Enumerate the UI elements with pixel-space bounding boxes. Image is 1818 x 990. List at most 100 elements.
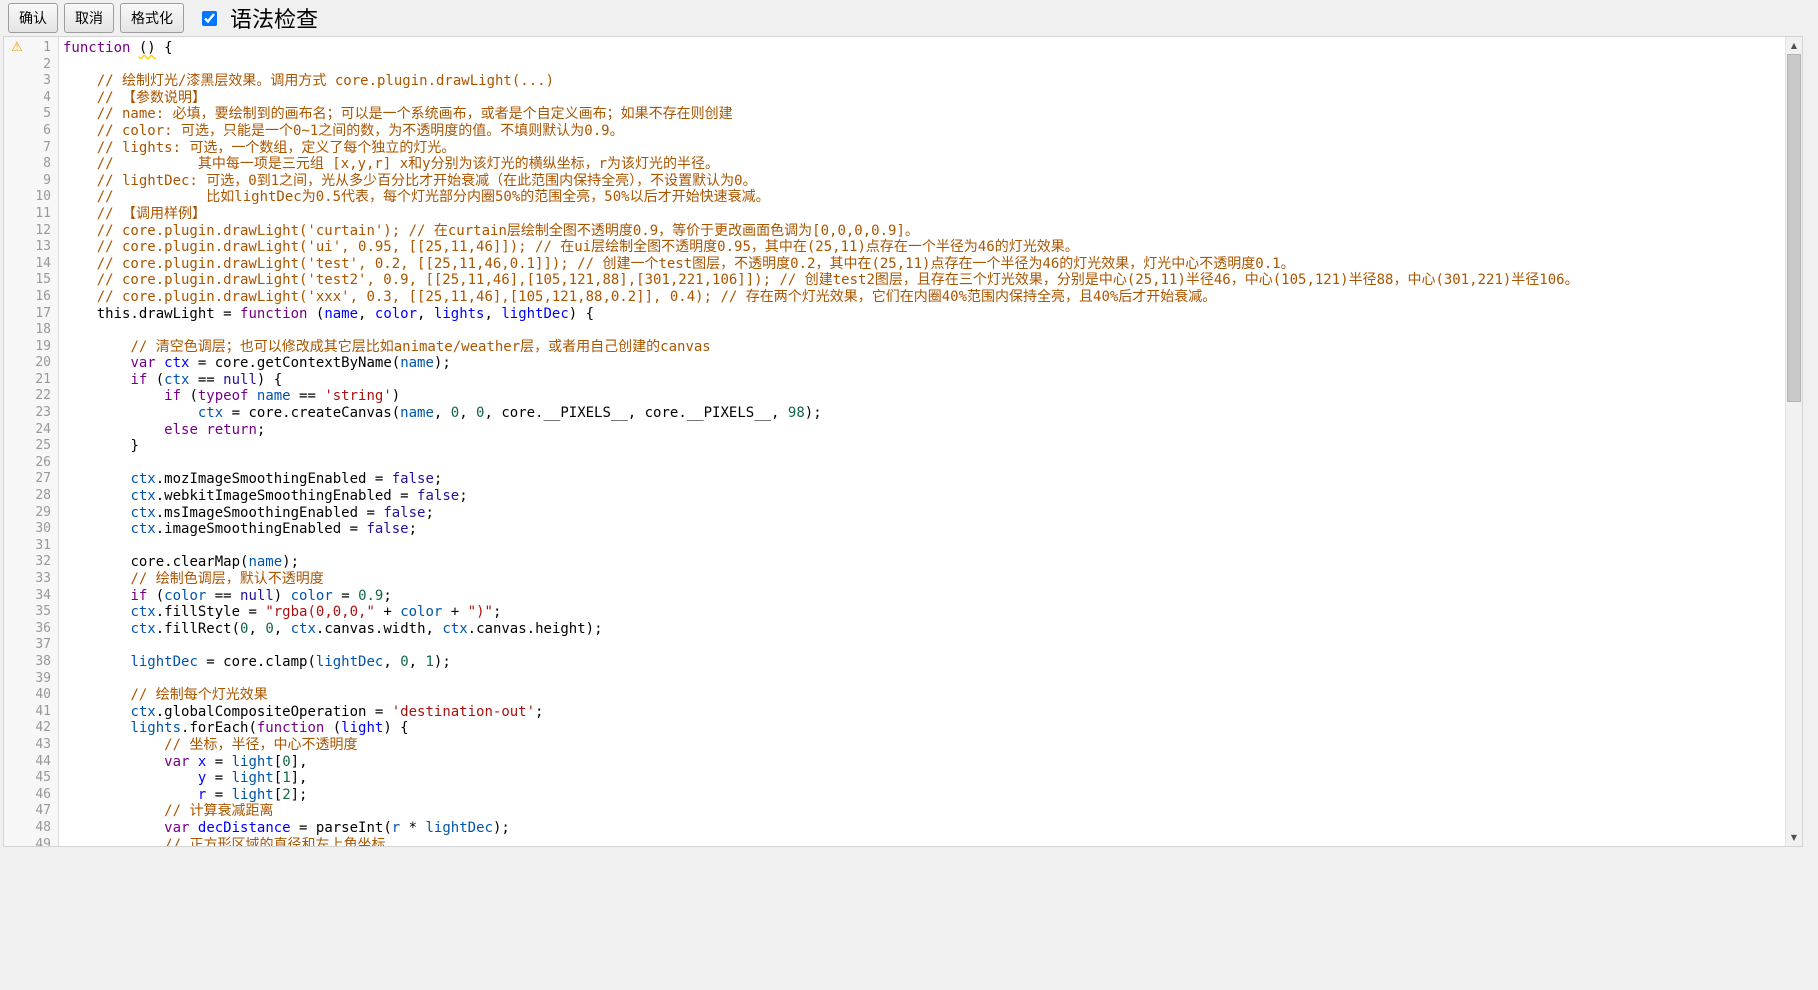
code-line-text[interactable]: var decDistance = parseInt(r * lightDec)… bbox=[59, 820, 1785, 837]
code-line-text[interactable]: core.clearMap(name); bbox=[59, 554, 1785, 571]
scrollbar-thumb[interactable] bbox=[1787, 54, 1801, 402]
code-editor[interactable]: ⚠1function () {23 // 绘制灯光/漆黑层效果。调用方式 cor… bbox=[3, 36, 1803, 847]
code-line-text[interactable]: ctx.webkitImageSmoothingEnabled = false; bbox=[59, 488, 1785, 505]
code-line-text[interactable]: if (color == null) color = 0.9; bbox=[59, 588, 1785, 605]
code-line-text[interactable]: function () { bbox=[59, 40, 1785, 57]
code-line-text[interactable]: } bbox=[59, 438, 1785, 455]
code-line-text[interactable]: // 清空色调层；也可以修改成其它层比如animate/weather层，或者用… bbox=[59, 339, 1785, 356]
code-line-text[interactable]: // 绘制灯光/漆黑层效果。调用方式 core.plugin.drawLight… bbox=[59, 73, 1785, 90]
code-line-text[interactable]: // 其中每一项是三元组 [x,y,r] x和y分别为该灯光的横纵坐标，r为该灯… bbox=[59, 156, 1785, 173]
code-line-text[interactable]: ctx.fillRect(0, 0, ctx.canvas.width, ctx… bbox=[59, 621, 1785, 638]
code-line-text[interactable]: this.drawLight = function (name, color, … bbox=[59, 306, 1785, 323]
code-line[interactable]: 25 } bbox=[4, 438, 1785, 455]
code-line-text[interactable]: ctx.fillStyle = "rgba(0,0,0," + color + … bbox=[59, 604, 1785, 621]
code-line-text[interactable]: // 计算衰减距离 bbox=[59, 803, 1785, 820]
code-line-text[interactable]: var x = light[0], bbox=[59, 754, 1785, 771]
code-line[interactable]: 42 lights.forEach(function (light) { bbox=[4, 720, 1785, 737]
code-line-text[interactable]: // lights: 可选，一个数组，定义了每个独立的灯光。 bbox=[59, 140, 1785, 157]
code-line[interactable]: 38 lightDec = core.clamp(lightDec, 0, 1)… bbox=[4, 654, 1785, 671]
cancel-button[interactable]: 取消 bbox=[64, 3, 114, 33]
code-line-text[interactable] bbox=[59, 322, 1785, 339]
code-line[interactable]: 10 // 比如lightDec为0.5代表，每个灯光部分内圈50%的范围全亮，… bbox=[4, 189, 1785, 206]
code-line[interactable]: 33 // 绘制色调层，默认不透明度 bbox=[4, 571, 1785, 588]
confirm-button[interactable]: 确认 bbox=[8, 3, 58, 33]
code-line[interactable]: 30 ctx.imageSmoothingEnabled = false; bbox=[4, 521, 1785, 538]
code-line[interactable]: 41 ctx.globalCompositeOperation = 'desti… bbox=[4, 704, 1785, 721]
code-lines[interactable]: ⚠1function () {23 // 绘制灯光/漆黑层效果。调用方式 cor… bbox=[4, 37, 1785, 846]
code-line[interactable]: 4 // 【参数说明】 bbox=[4, 90, 1785, 107]
code-line-text[interactable]: // 【调用样例】 bbox=[59, 206, 1785, 223]
scroll-down-arrow-icon[interactable]: ▼ bbox=[1786, 829, 1802, 846]
code-line[interactable]: 47 // 计算衰减距离 bbox=[4, 803, 1785, 820]
code-line[interactable]: 2 bbox=[4, 57, 1785, 74]
code-line[interactable]: 40 // 绘制每个灯光效果 bbox=[4, 687, 1785, 704]
code-line-text[interactable]: ctx.mozImageSmoothingEnabled = false; bbox=[59, 471, 1785, 488]
code-line[interactable]: 23 ctx = core.createCanvas(name, 0, 0, c… bbox=[4, 405, 1785, 422]
code-line[interactable]: 35 ctx.fillStyle = "rgba(0,0,0," + color… bbox=[4, 604, 1785, 621]
code-line-text[interactable]: else return; bbox=[59, 422, 1785, 439]
code-line[interactable]: 9 // lightDec: 可选，0到1之间，光从多少百分比才开始衰减（在此范… bbox=[4, 173, 1785, 190]
code-line[interactable]: 7 // lights: 可选，一个数组，定义了每个独立的灯光。 bbox=[4, 140, 1785, 157]
code-line-text[interactable]: ctx.imageSmoothingEnabled = false; bbox=[59, 521, 1785, 538]
code-line-text[interactable]: // core.plugin.drawLight('curtain'); // … bbox=[59, 223, 1785, 240]
code-line-text[interactable]: // 绘制每个灯光效果 bbox=[59, 687, 1785, 704]
code-line[interactable]: 19 // 清空色调层；也可以修改成其它层比如animate/weather层，… bbox=[4, 339, 1785, 356]
code-line-text[interactable]: // 正方形区域的直径和左上角坐标 bbox=[59, 837, 1785, 847]
code-line-text[interactable]: lights.forEach(function (light) { bbox=[59, 720, 1785, 737]
code-line[interactable]: 15 // core.plugin.drawLight('test2', 0.9… bbox=[4, 272, 1785, 289]
code-line[interactable]: 28 ctx.webkitImageSmoothingEnabled = fal… bbox=[4, 488, 1785, 505]
code-line-text[interactable] bbox=[59, 637, 1785, 654]
code-line[interactable]: 22 if (typeof name == 'string') bbox=[4, 388, 1785, 405]
code-line[interactable]: ⚠1function () { bbox=[4, 40, 1785, 57]
code-line[interactable]: 45 y = light[1], bbox=[4, 770, 1785, 787]
code-line[interactable]: 29 ctx.msImageSmoothingEnabled = false; bbox=[4, 505, 1785, 522]
code-line[interactable]: 49 // 正方形区域的直径和左上角坐标 bbox=[4, 837, 1785, 847]
code-line[interactable]: 18 bbox=[4, 322, 1785, 339]
code-line[interactable]: 39 bbox=[4, 671, 1785, 688]
code-line-text[interactable]: if (ctx == null) { bbox=[59, 372, 1785, 389]
code-line-text[interactable] bbox=[59, 57, 1785, 74]
code-line-text[interactable]: r = light[2]; bbox=[59, 787, 1785, 804]
code-line[interactable]: 34 if (color == null) color = 0.9; bbox=[4, 588, 1785, 605]
code-line[interactable]: 11 // 【调用样例】 bbox=[4, 206, 1785, 223]
code-line[interactable]: 32 core.clearMap(name); bbox=[4, 554, 1785, 571]
code-line[interactable]: 17 this.drawLight = function (name, colo… bbox=[4, 306, 1785, 323]
code-line-text[interactable]: y = light[1], bbox=[59, 770, 1785, 787]
code-line[interactable]: 12 // core.plugin.drawLight('curtain'); … bbox=[4, 223, 1785, 240]
code-line[interactable]: 44 var x = light[0], bbox=[4, 754, 1785, 771]
code-line-text[interactable]: lightDec = core.clamp(lightDec, 0, 1); bbox=[59, 654, 1785, 671]
code-line[interactable]: 36 ctx.fillRect(0, 0, ctx.canvas.width, … bbox=[4, 621, 1785, 638]
code-line[interactable]: 31 bbox=[4, 538, 1785, 555]
code-line-text[interactable]: // core.plugin.drawLight('ui', 0.95, [[2… bbox=[59, 239, 1785, 256]
code-line[interactable]: 37 bbox=[4, 637, 1785, 654]
scroll-up-arrow-icon[interactable]: ▲ bbox=[1786, 37, 1802, 54]
format-button[interactable]: 格式化 bbox=[120, 3, 184, 33]
code-line[interactable]: 46 r = light[2]; bbox=[4, 787, 1785, 804]
code-line-text[interactable]: // 比如lightDec为0.5代表，每个灯光部分内圈50%的范围全亮，50%… bbox=[59, 189, 1785, 206]
code-line-text[interactable]: if (typeof name == 'string') bbox=[59, 388, 1785, 405]
code-line[interactable]: 3 // 绘制灯光/漆黑层效果。调用方式 core.plugin.drawLig… bbox=[4, 73, 1785, 90]
code-line[interactable]: 6 // color: 可选，只能是一个0~1之间的数，为不透明度的值。不填则默… bbox=[4, 123, 1785, 140]
syntax-check-checkbox[interactable] bbox=[202, 11, 217, 26]
code-line-text[interactable]: ctx.globalCompositeOperation = 'destinat… bbox=[59, 704, 1785, 721]
code-line-text[interactable]: // 【参数说明】 bbox=[59, 90, 1785, 107]
code-line-text[interactable] bbox=[59, 538, 1785, 555]
code-line-text[interactable]: // lightDec: 可选，0到1之间，光从多少百分比才开始衰减（在此范围内… bbox=[59, 173, 1785, 190]
code-line-text[interactable] bbox=[59, 671, 1785, 688]
code-line[interactable]: 21 if (ctx == null) { bbox=[4, 372, 1785, 389]
code-line-text[interactable]: // core.plugin.drawLight('xxx', 0.3, [[2… bbox=[59, 289, 1785, 306]
vertical-scrollbar[interactable]: ▲ ▼ bbox=[1785, 37, 1802, 846]
code-line[interactable]: 26 bbox=[4, 455, 1785, 472]
code-line[interactable]: 20 var ctx = core.getContextByName(name)… bbox=[4, 355, 1785, 372]
code-line-text[interactable]: // color: 可选，只能是一个0~1之间的数，为不透明度的值。不填则默认为… bbox=[59, 123, 1785, 140]
code-line[interactable]: 27 ctx.mozImageSmoothingEnabled = false; bbox=[4, 471, 1785, 488]
code-line[interactable]: 24 else return; bbox=[4, 422, 1785, 439]
code-line[interactable]: 13 // core.plugin.drawLight('ui', 0.95, … bbox=[4, 239, 1785, 256]
code-line[interactable]: 5 // name: 必填，要绘制到的画布名；可以是一个系统画布，或者是个自定义… bbox=[4, 106, 1785, 123]
code-line-text[interactable]: // name: 必填，要绘制到的画布名；可以是一个系统画布，或者是个自定义画布… bbox=[59, 106, 1785, 123]
code-line-text[interactable]: // core.plugin.drawLight('test', 0.2, [[… bbox=[59, 256, 1785, 273]
code-line-text[interactable]: ctx.msImageSmoothingEnabled = false; bbox=[59, 505, 1785, 522]
code-line[interactable]: 8 // 其中每一项是三元组 [x,y,r] x和y分别为该灯光的横纵坐标，r为… bbox=[4, 156, 1785, 173]
code-line-text[interactable]: var ctx = core.getContextByName(name); bbox=[59, 355, 1785, 372]
code-line-text[interactable]: ctx = core.createCanvas(name, 0, 0, core… bbox=[59, 405, 1785, 422]
